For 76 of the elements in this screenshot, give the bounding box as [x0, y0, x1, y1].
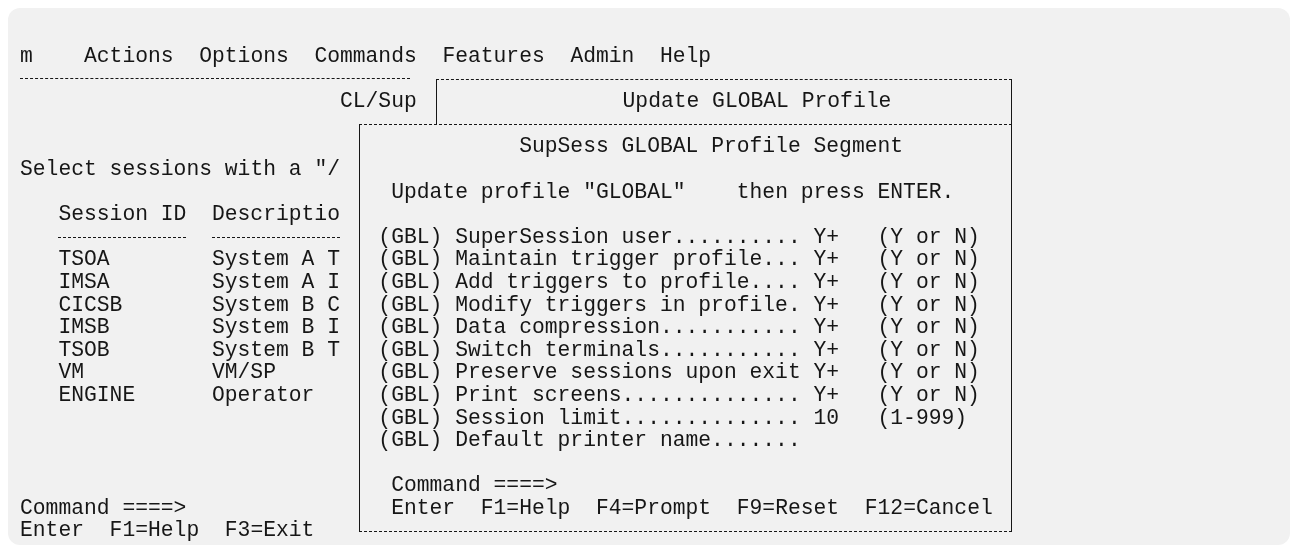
field-hint: (Y or N): [877, 383, 980, 407]
scope-label: (GBL): [378, 361, 444, 384]
field-hint: (Y or N): [877, 361, 980, 384]
field-label: Session limit..............: [455, 406, 802, 430]
field-hint: (Y or N): [877, 338, 980, 362]
field-label: Maintain trigger profile...: [455, 248, 802, 271]
description-cell: Operator: [211, 383, 315, 407]
menu-item[interactable]: Commands: [314, 45, 417, 68]
field-hint: (Y or N): [877, 225, 980, 249]
field-value[interactable]: Y+: [813, 316, 878, 339]
command-label: Command ====>: [20, 496, 187, 520]
dialog-title: Update GLOBAL Profile: [622, 90, 892, 113]
scope-label: (GBL): [378, 225, 444, 249]
description-cell: System A I: [211, 270, 340, 294]
scope-label: (GBL): [378, 338, 444, 362]
menu-item[interactable]: Features: [442, 45, 545, 68]
field-label: Print screens..............: [455, 383, 802, 407]
scope-label: (GBL): [378, 383, 444, 407]
session-id-cell[interactable]: VM: [58, 361, 212, 384]
field-label: Modify triggers in profile.: [455, 293, 802, 317]
description-cell: System B T: [211, 338, 340, 362]
field-value[interactable]: Y+: [813, 248, 878, 271]
field-value[interactable]: Y+: [813, 225, 878, 249]
field-value[interactable]: Y+: [813, 361, 878, 384]
menu-item[interactable]: Actions: [84, 45, 174, 68]
function-key[interactable]: F1=Help: [109, 519, 200, 543]
column-header: Descriptio: [211, 203, 340, 226]
function-key[interactable]: F1=Help: [480, 496, 571, 520]
field-label: Default printer name.......: [455, 429, 802, 452]
session-id-cell[interactable]: CICSB: [58, 293, 212, 317]
instruction-text: Update profile "GLOBAL" then press ENTER.: [391, 180, 955, 204]
scope-label: (GBL): [378, 429, 444, 452]
scope-label: (GBL): [378, 270, 444, 294]
field-value[interactable]: 10: [813, 406, 878, 430]
field-label: SuperSession user..........: [455, 225, 802, 249]
menu-item[interactable]: Admin: [570, 45, 635, 68]
field-value[interactable]: Y+: [813, 383, 878, 407]
segment-title: SupSess GLOBAL Profile Segment: [519, 135, 904, 158]
field-hint: (Y or N): [877, 248, 980, 271]
command-label: Command ====>: [391, 474, 558, 497]
column-header: Session ID: [58, 203, 188, 226]
function-key[interactable]: Enter: [20, 519, 84, 543]
field-hint: (1-999): [877, 406, 968, 430]
menu-item[interactable]: m: [20, 45, 33, 68]
field-value[interactable]: Y+: [813, 270, 878, 294]
field-hint: (Y or N): [877, 293, 980, 317]
session-id-cell[interactable]: ENGINE: [58, 383, 212, 407]
function-key[interactable]: F12=Cancel: [864, 496, 993, 520]
panel-title: CL/Sup: [339, 90, 417, 113]
session-id-cell[interactable]: IMSA: [58, 270, 212, 294]
field-label: Preserve sessions upon exit: [455, 361, 802, 384]
scope-label: (GBL): [378, 406, 444, 430]
function-key[interactable]: F9=Reset: [736, 496, 840, 520]
scope-label: (GBL): [378, 316, 444, 339]
session-id-cell[interactable]: TSOB: [58, 338, 212, 362]
menu-item[interactable]: Options: [199, 45, 289, 68]
scope-label: (GBL): [378, 293, 444, 317]
description-cell: System B I: [211, 316, 340, 339]
function-key[interactable]: F4=Prompt: [595, 496, 712, 520]
description-cell: VM/SP: [211, 361, 276, 384]
instruction-text: Select sessions with a "/: [20, 157, 340, 181]
field-label: Add triggers to profile....: [455, 270, 802, 294]
field-value[interactable]: Y+: [813, 293, 878, 317]
session-id-cell[interactable]: TSOA: [58, 248, 212, 271]
scope-label: (GBL): [378, 248, 444, 271]
description-cell: System A T: [211, 248, 340, 271]
field-hint: (Y or N): [877, 270, 980, 294]
session-id-cell[interactable]: IMSB: [58, 316, 212, 339]
menu-item[interactable]: Help: [659, 45, 712, 68]
field-value[interactable]: Y+: [813, 338, 878, 362]
field-hint: (Y or N): [877, 316, 980, 339]
function-key[interactable]: Enter: [391, 496, 456, 520]
function-key[interactable]: F3=Exit: [224, 519, 315, 543]
description-cell: System B C: [211, 293, 340, 317]
field-label: Switch terminals...........: [455, 338, 802, 362]
field-label: Data compression...........: [455, 316, 802, 339]
